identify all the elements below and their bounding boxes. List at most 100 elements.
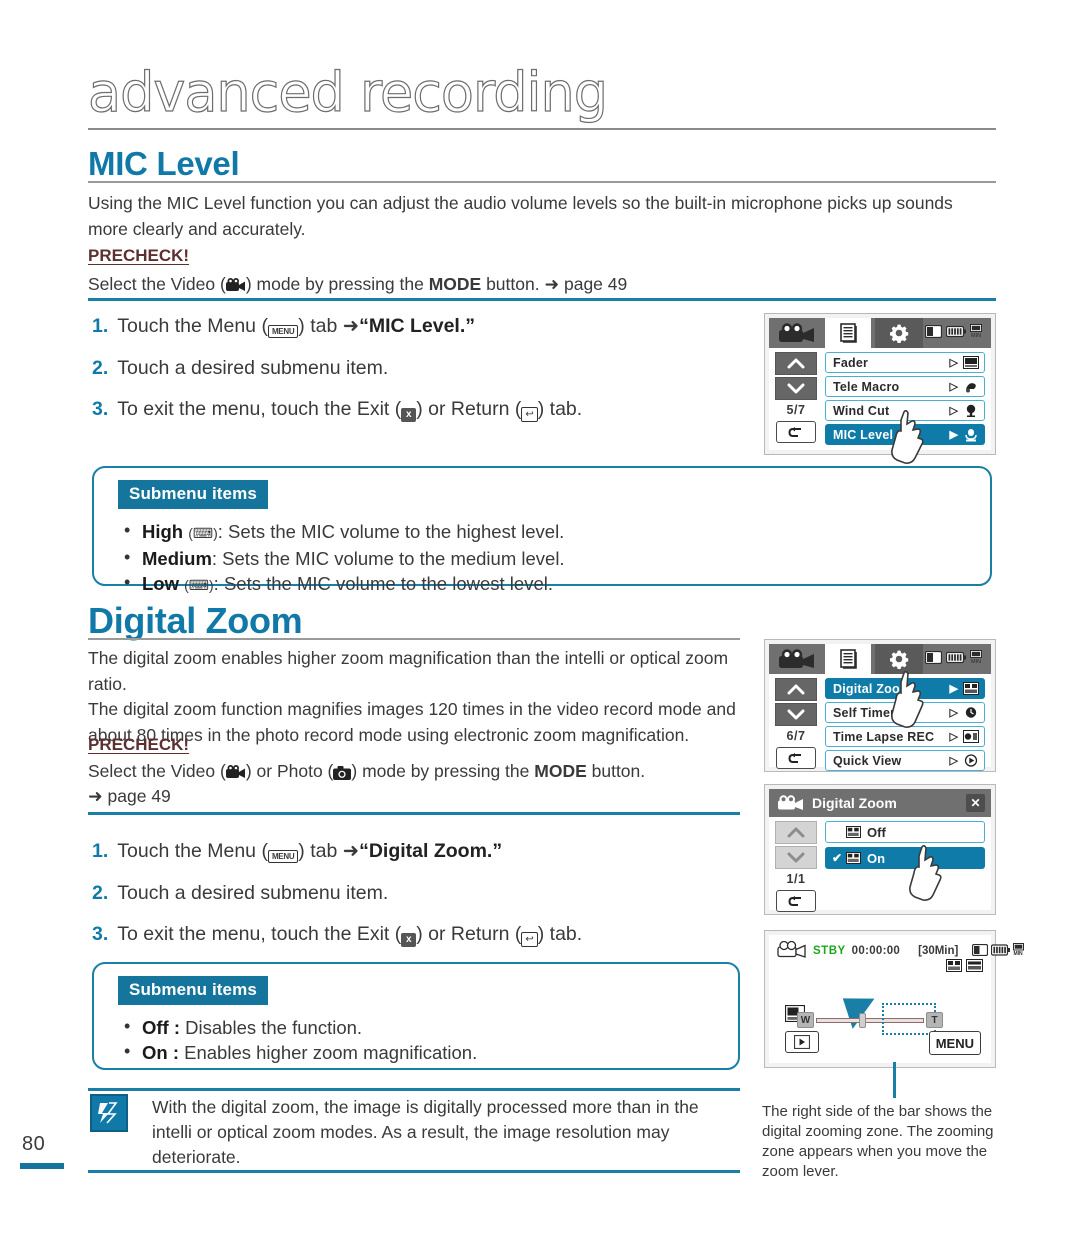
mic-submenu-desc-low: : Sets the MIC volume to the lowest leve… <box>213 573 553 594</box>
screen-digital-zoom-menu: MIN 6/7 Digital Zoom ▶ Self Timer ▷ Time… <box>764 639 996 772</box>
mic-step-1-bold: “MIC Level.” <box>359 315 476 337</box>
return-button[interactable] <box>776 890 816 912</box>
section-heading-mic-level: MIC Level <box>88 145 240 182</box>
zoom-submenu-badge: Submenu items <box>118 976 268 1005</box>
return-button[interactable] <box>776 421 816 443</box>
rec-status-line: STBY 00:00:00 [30Min] MIN <box>777 940 1025 961</box>
card-icon <box>924 650 943 669</box>
dialog-titlebar: Digital Zoom ✕ <box>769 789 991 817</box>
svg-text:MIN: MIN <box>971 333 981 338</box>
zoom-submenu-item-on: On : Enables higher zoom magnification. <box>120 1039 738 1065</box>
zoom-bar[interactable]: W T <box>797 1003 943 1035</box>
mic-high-icon: (⌨) <box>188 525 218 541</box>
menu-row-self-timer[interactable]: Self Timer ▷ <box>825 702 985 723</box>
scroll-up-button[interactable] <box>775 678 817 701</box>
zoom-step-1-bold: “Digital Zoom.” <box>359 840 503 862</box>
mic-step-1-pre: Touch the Menu ( <box>117 315 268 337</box>
zoom-submenu-term-on: On : <box>142 1042 179 1063</box>
mic-submenu-badge: Submenu items <box>118 480 268 509</box>
zoom-step-1-pre: Touch the Menu ( <box>117 840 268 862</box>
mic-submenu-item-high: High (⌨): Sets the MIC volume to the hig… <box>120 518 990 546</box>
option-row-off[interactable]: Off <box>825 821 985 843</box>
zoom-bar-caption: The right side of the bar shows the digi… <box>762 1103 994 1180</box>
camcorder-icon[interactable] <box>778 323 816 348</box>
menu-row-time-lapse-rec[interactable]: Time Lapse REC ▷ <box>825 726 985 747</box>
time-lapse-icon <box>963 730 979 744</box>
zoom-step-3-number: 3. <box>92 923 109 945</box>
quality-icon <box>966 959 983 977</box>
zoom-screen-topbar: MIN <box>769 644 991 674</box>
zoom-submenu-term-off: Off : <box>142 1017 181 1038</box>
playback-button[interactable] <box>785 1031 819 1053</box>
return-icon: ↩ <box>521 407 538 422</box>
rec-timecode: 00:00:00 <box>851 945 901 957</box>
mic-step-3-number: 3. <box>92 398 109 420</box>
scroll-down-button[interactable] <box>775 377 817 400</box>
screen-recording-preview: STBY 00:00:00 [30Min] MIN W T MENU <box>764 930 1025 1068</box>
menu-button[interactable]: MENU <box>928 1031 981 1055</box>
tele-macro-icon <box>963 380 979 394</box>
menu-row-digital-zoom[interactable]: Digital Zoom ▶ <box>825 678 985 699</box>
close-icon[interactable]: ✕ <box>966 794 985 812</box>
chevron-right-icon: ▶ <box>949 683 958 695</box>
rec-remaining-time: [30Min] <box>918 945 959 957</box>
digital-zoom-icon <box>846 826 861 838</box>
screen-mic-level-menu: MIN 5/7 Fader ▷ Tele Macro ▷ Wind Cut ▷ … <box>764 313 996 464</box>
zoom-bar-knob[interactable] <box>859 1013 866 1028</box>
mic-level-intro: Using the MIC Level function you can adj… <box>88 193 953 239</box>
mic-precheck-part-a: Select the Video ( <box>88 274 226 294</box>
zoom-tele-label: T <box>926 1012 943 1028</box>
scroll-down-button[interactable] <box>775 846 817 869</box>
zoom-submenu-desc-on: Enables higher zoom magnification. <box>179 1042 478 1063</box>
battery-icon <box>991 943 1011 959</box>
scroll-up-button[interactable] <box>775 821 817 844</box>
mic-submenu-term-medium: Medium <box>142 548 212 569</box>
mic-precheck-page-ref[interactable]: ➜ page 49 <box>544 274 627 294</box>
tab-settings[interactable] <box>875 644 923 674</box>
tab-document[interactable] <box>825 644 871 674</box>
mic-menu-page-indicator: 5/7 <box>786 403 806 417</box>
manual-page: 80 advanced recording MIC Level Using th… <box>0 0 1080 1235</box>
option-row-on[interactable]: ✔ On <box>825 847 985 869</box>
zoom-menu-rows: Digital Zoom ▶ Self Timer ▷ Time Lapse R… <box>825 678 985 774</box>
menu-row-fader-label: Fader <box>833 355 869 370</box>
mic-level-icon <box>963 428 979 442</box>
mic-step-2-text: Touch a desired submenu item. <box>117 357 389 379</box>
self-timer-icon <box>963 706 979 720</box>
return-button[interactable] <box>776 747 816 769</box>
menu-row-fader[interactable]: Fader ▷ <box>825 352 985 373</box>
rec-status-icons: MIN <box>972 943 1027 959</box>
mic-submenu-box: Submenu items High (⌨): Sets the MIC vol… <box>92 466 992 595</box>
menu-row-wind-cut[interactable]: Wind Cut ▷ <box>825 400 985 421</box>
scroll-down-button[interactable] <box>775 703 817 726</box>
tab-document[interactable] <box>825 318 871 348</box>
tab-settings[interactable] <box>875 318 923 348</box>
mic-precheck-part-c: button. <box>481 274 545 294</box>
digital-zoom-icon <box>946 959 962 977</box>
camcorder-icon[interactable] <box>778 649 816 674</box>
quick-view-icon <box>963 754 979 768</box>
zoom-precheck-page-ref[interactable]: ➜ page 49 <box>88 783 171 809</box>
mic-submenu-item-low: Low (⌨): Sets the MIC volume to the lowe… <box>120 570 990 598</box>
menu-row-quick-view[interactable]: Quick View ▷ <box>825 750 985 771</box>
mic-submenu-item-medium: Medium: Sets the MIC volume to the mediu… <box>120 545 990 571</box>
zoom-precheck-rule <box>88 812 740 815</box>
rec-mode-icon: MIN <box>970 650 985 669</box>
chapter-rule <box>88 128 996 130</box>
menu-row-tele-macro[interactable]: Tele Macro ▷ <box>825 376 985 397</box>
card-icon <box>972 943 989 959</box>
menu-row-mic-level-label: MIC Level <box>833 427 894 442</box>
wind-cut-icon <box>963 404 979 418</box>
digital-zoom-icon <box>963 682 979 696</box>
zoom-menu-page-indicator: 6/7 <box>786 729 806 743</box>
zoom-precheck-part-d: button. <box>586 761 646 781</box>
zoom-step-3: 3. To exit the menu, touch the Exit (x) o… <box>92 921 582 947</box>
camcorder-icon <box>777 795 805 811</box>
scroll-up-button[interactable] <box>775 352 817 375</box>
zoom-submenu-list: Off : Disables the function. On : Enable… <box>94 1014 738 1065</box>
zoom-step-3-mid: ) or Return ( <box>416 923 522 945</box>
menu-row-mic-level[interactable]: MIC Level ▶ <box>825 424 985 445</box>
chevron-right-icon: ▷ <box>949 405 958 417</box>
mic-precheck-rule <box>88 298 996 301</box>
mic-submenu-term-low: Low <box>142 573 179 594</box>
